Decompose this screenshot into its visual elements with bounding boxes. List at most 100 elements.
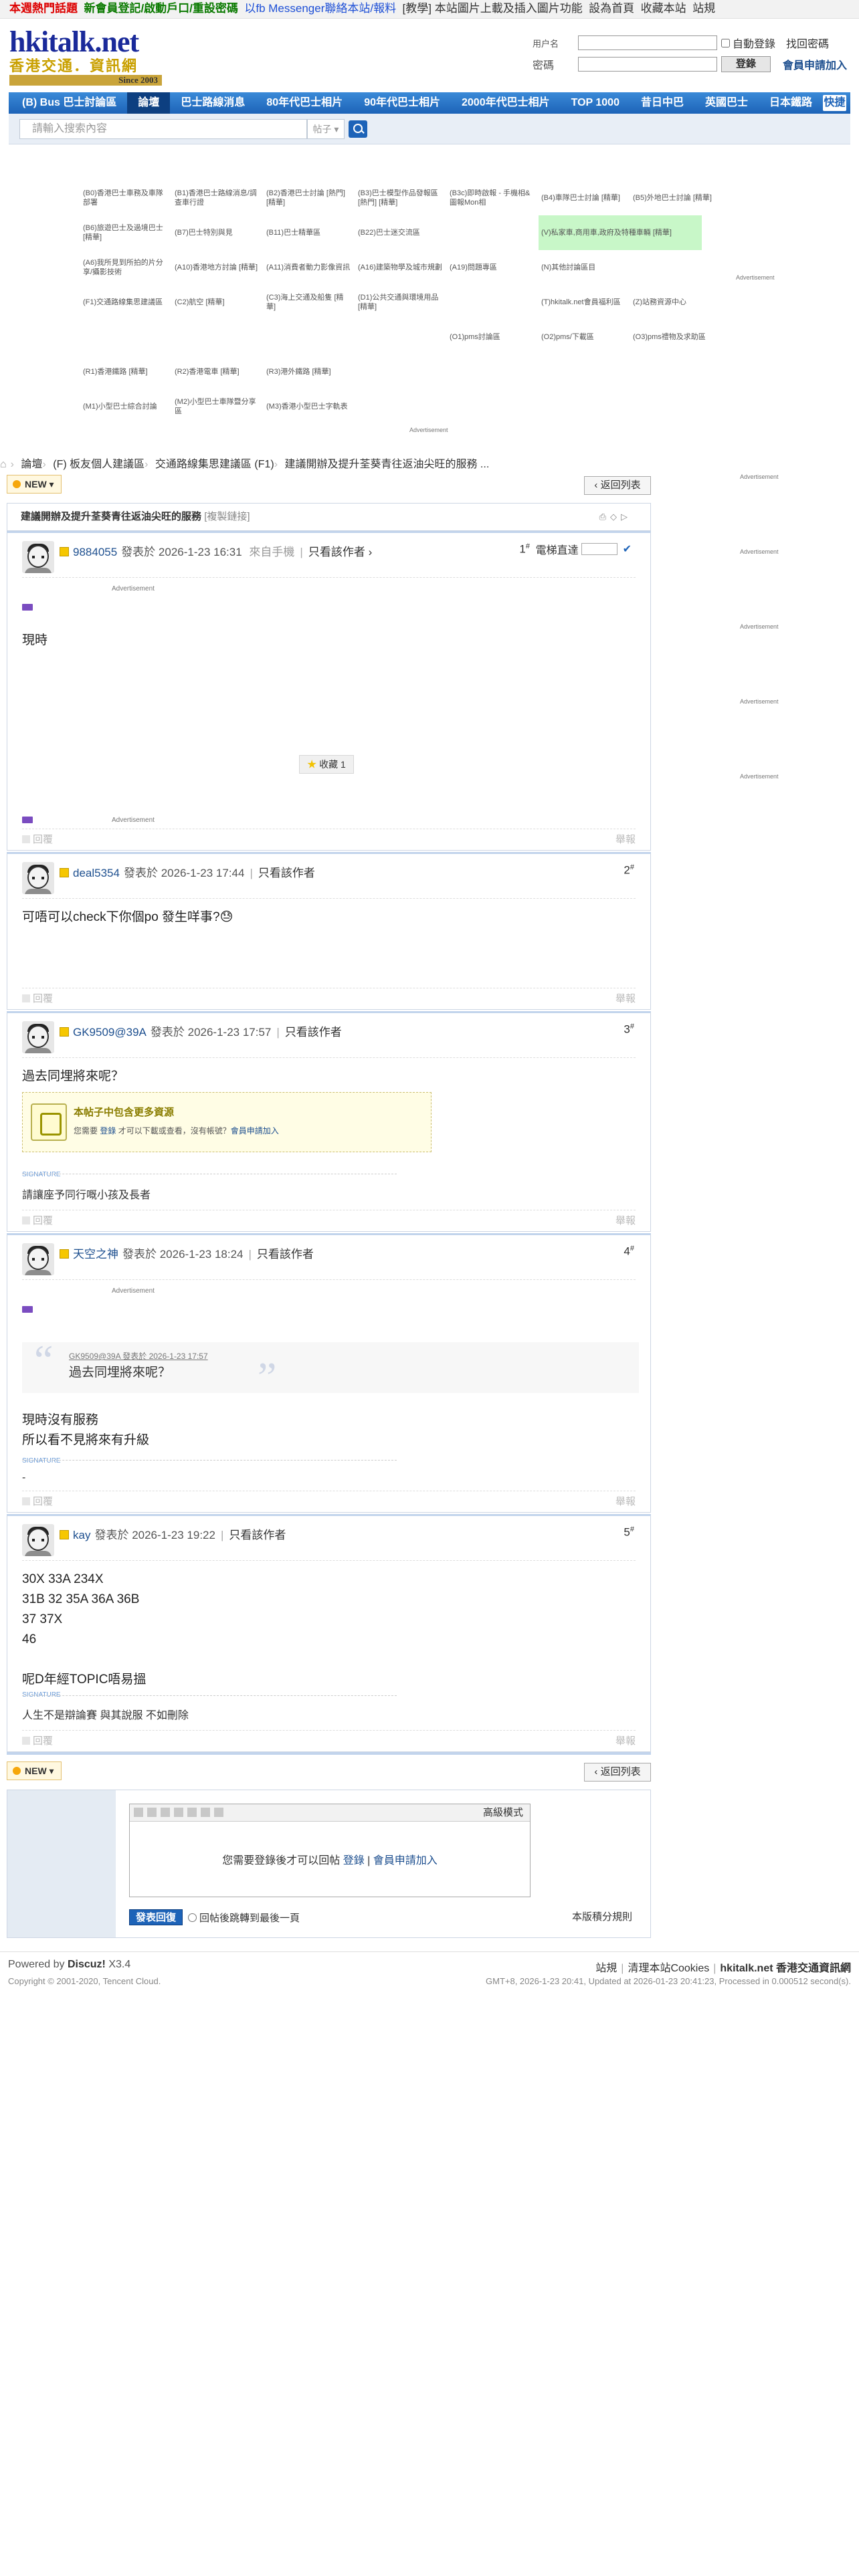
forum-link[interactable]: (M2)小型巴士車隊暨分享區 <box>172 389 264 424</box>
avatar[interactable] <box>22 1243 54 1275</box>
register-link[interactable]: 會員申請加入 <box>231 1126 279 1136</box>
reply-editor[interactable]: 高級模式 您需要登錄後才可以回帖 登錄 | 會員申請加入 <box>129 1804 531 1897</box>
quote-author-link[interactable]: GK9509@39A 發表於 2026-1-23 17:57 <box>69 1350 208 1362</box>
avatar[interactable] <box>22 1524 54 1556</box>
auto-login-checkbox[interactable]: 自動登錄 <box>721 35 775 51</box>
back-to-list-button[interactable]: ‹ 返回列表 <box>584 476 651 495</box>
footer-rules-link[interactable]: 站規 <box>595 1963 617 1974</box>
forum-link[interactable]: (C2)航空 [精華] <box>172 285 264 320</box>
code-icon[interactable] <box>201 1808 210 1817</box>
forum-link[interactable]: (B3c)即時啟報 - 手機相&圖報Mon相 <box>447 181 539 215</box>
discuz-link[interactable]: Discuz! <box>68 1959 106 1970</box>
site-name-link[interactable]: hkitalk.net 香港交通資訊網 <box>720 1963 851 1974</box>
breadcrumb-board[interactable]: 交通路線集思建議區 (F1) <box>155 459 274 470</box>
tutorial-link[interactable]: [教學] 本站圖片上載及插入圖片功能 <box>403 2 583 15</box>
new-thread-button[interactable]: NEW ▾ <box>7 475 62 494</box>
nav-item-uk-bus[interactable]: 英國巴士 <box>694 92 759 114</box>
nav-item-2000s-photos[interactable]: 2000年代巴士相片 <box>451 92 561 114</box>
breadcrumb-forum[interactable]: 論壇 <box>21 459 42 470</box>
floor-jump-input[interactable] <box>581 543 617 555</box>
breadcrumb-section[interactable]: (F) 板友個人建議區 <box>53 459 145 470</box>
forum-link[interactable]: (F1)交通路線集思建議區 <box>80 285 172 320</box>
avatar[interactable] <box>22 1021 54 1053</box>
post-author[interactable]: kay <box>73 1529 90 1541</box>
submit-reply-button[interactable]: 發表回復 <box>129 1909 183 1925</box>
forum-link[interactable]: (B2)香港巴士討論 [熱門] [精華] <box>264 181 355 215</box>
breadcrumb-thread[interactable]: 建議開辦及提升荃葵青往返油尖旺的服務 ... <box>284 459 489 470</box>
floor-jump-icon[interactable]: ✔ <box>623 542 632 556</box>
nav-item-forum[interactable]: 論壇 <box>127 92 171 114</box>
forum-link[interactable]: (B1)香港巴士路線消息/調查車行證 <box>172 181 264 215</box>
username-input[interactable] <box>578 35 717 50</box>
forum-link[interactable]: (M3)香港小型巴士字軌表 <box>264 389 355 424</box>
reply-link[interactable]: 回覆 <box>22 1213 53 1227</box>
nav-item-japan-rail[interactable]: 日本鐵路 <box>759 92 823 114</box>
reply-link[interactable]: 回覆 <box>22 832 53 846</box>
signup-link[interactable]: 新會員登記/啟動戶口/重設密碼 <box>84 2 237 15</box>
forum-link[interactable]: (B4)車隊巴士討論 [精華] <box>539 181 630 215</box>
only-author-link[interactable]: 只看該作者 <box>308 546 365 558</box>
set-homepage-link[interactable]: 設為首頁 <box>589 2 634 15</box>
post-author[interactable]: GK9509@39A <box>73 1026 147 1039</box>
forum-link[interactable]: (B5)外地巴士討論 [精華] <box>630 181 722 215</box>
forum-link[interactable]: (T)hkitalk.net會員福利區 <box>539 285 630 320</box>
login-button[interactable]: 登錄 <box>721 56 771 72</box>
forum-link[interactable]: (R2)香港電車 [精華] <box>172 354 264 389</box>
forum-link[interactable]: (R3)港外鐵路 [精華] <box>264 354 355 389</box>
login-link[interactable]: 登錄 <box>100 1126 116 1136</box>
search-input[interactable]: 請輸入搜索內容 <box>19 119 307 139</box>
forum-link[interactable]: (A11)消費者動力影像資訊 <box>264 250 355 285</box>
font-color-icon[interactable] <box>147 1808 157 1817</box>
report-link[interactable]: 舉報 <box>615 832 636 846</box>
forum-link[interactable]: (Z)站務資源中心 <box>630 285 722 320</box>
new-thread-button[interactable]: NEW ▾ <box>7 1761 62 1780</box>
nav-item-route-news[interactable]: 巴士路線消息 <box>170 92 256 114</box>
post-author[interactable]: deal5354 <box>73 867 120 879</box>
forum-link[interactable]: (A10)香港地方討論 [精華] <box>172 250 264 285</box>
smiley-icon[interactable] <box>214 1808 223 1817</box>
nav-item-old-cmb[interactable]: 昔日中巴 <box>630 92 694 114</box>
forum-link[interactable]: (V)私家車,商用車,政府及特種車輛 [精華] <box>539 215 702 250</box>
forum-link[interactable]: (A6)我所見到所拍的片分享/攝影技術 <box>80 250 172 285</box>
nav-item-top1000[interactable]: TOP 1000 <box>561 92 630 114</box>
password-input[interactable] <box>578 57 717 72</box>
only-author-link[interactable]: 只看該作者 <box>257 1248 314 1261</box>
reply-link[interactable]: 回覆 <box>22 1494 53 1508</box>
forum-link[interactable]: (B3)巴士模型作品發報區 [熱門] [精華] <box>355 181 447 215</box>
forum-link[interactable]: (B6)旅遊巴士及過境巴士 [精華] <box>80 215 172 250</box>
avatar[interactable] <box>22 541 54 573</box>
reply-link[interactable]: 回覆 <box>22 991 53 1005</box>
forum-link[interactable]: (M1)小型巴士綜合討論 <box>80 389 172 424</box>
post-author[interactable]: 9884055 <box>73 546 117 558</box>
bold-icon[interactable] <box>134 1808 143 1817</box>
nav-item-90s-photos[interactable]: 90年代巴士相片 <box>353 92 451 114</box>
image-icon[interactable] <box>161 1808 170 1817</box>
post-author[interactable]: 天空之神 <box>73 1248 118 1261</box>
login-link[interactable]: 登錄 <box>343 1855 365 1866</box>
forum-link[interactable]: (N)其他討論區目 <box>539 250 630 285</box>
report-link[interactable]: 舉報 <box>615 991 636 1005</box>
forum-link[interactable]: (O1)pms討論區 <box>447 320 539 354</box>
forum-link[interactable]: (B22)巴士迷交流區 <box>355 215 447 250</box>
forum-link[interactable]: (D1)公共交通與環境用品 [精華] <box>355 285 447 320</box>
jump-last-page-radio[interactable]: 回帖後跳轉到最後一頁 <box>188 1911 300 1925</box>
favorite-button[interactable]: 收藏 1 <box>299 755 354 774</box>
only-author-link[interactable]: 只看該作者 <box>229 1529 286 1541</box>
quote-icon[interactable] <box>187 1808 197 1817</box>
reply-link[interactable]: 回覆 <box>22 1733 53 1747</box>
forum-link[interactable]: (O2)pms/下載區 <box>539 320 630 354</box>
nav-item-80s-photos[interactable]: 80年代巴士相片 <box>256 92 353 114</box>
nav-item-bus-forum[interactable]: (B) Bus 巴士討論區 <box>11 92 127 114</box>
only-author-link[interactable]: 只看該作者 <box>285 1026 342 1039</box>
copy-link[interactable]: [複製鏈接] <box>204 511 250 522</box>
register-link[interactable]: 會員申請加入 <box>373 1855 438 1866</box>
hot-topics-link[interactable]: 本週熱門話題 <box>9 2 78 15</box>
report-link[interactable]: 舉報 <box>615 1213 636 1227</box>
only-author-link[interactable]: 只看該作者 <box>258 867 315 879</box>
home-icon[interactable]: ⌂ <box>0 459 7 470</box>
thread-tools-icons[interactable]: ⎙◇▷ <box>599 504 632 530</box>
report-link[interactable]: 舉報 <box>615 1494 636 1508</box>
forum-link[interactable]: (R1)香港鐵路 [精華] <box>80 354 172 389</box>
report-link[interactable]: 舉報 <box>615 1733 636 1747</box>
avatar[interactable] <box>22 862 54 894</box>
